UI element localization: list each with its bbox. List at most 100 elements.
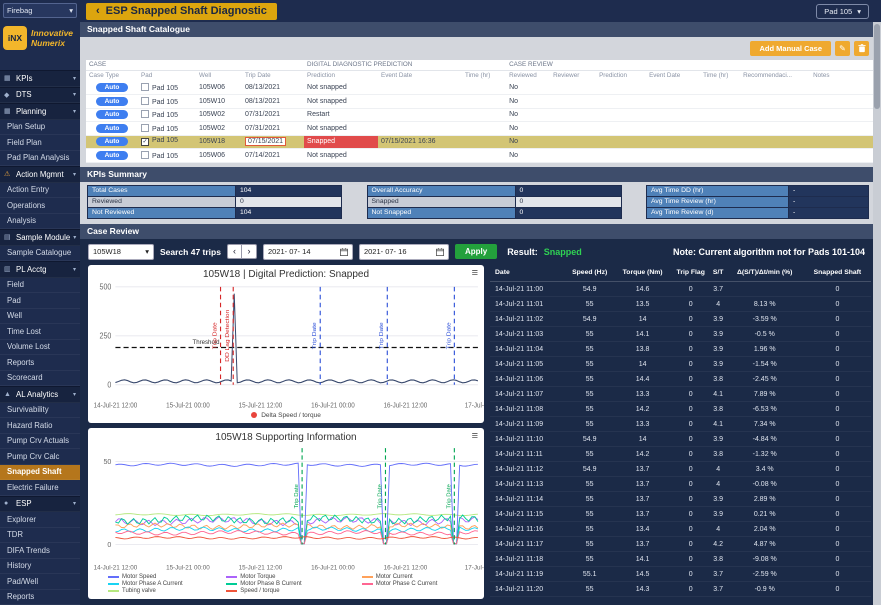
trip-table-row[interactable]: 14-Jul-21 11:035514.103.9-0.5 %0 xyxy=(490,327,871,342)
sidebar-item-sample-catalogue[interactable]: Sample Catalogue xyxy=(0,246,80,262)
start-date-value: 2021- 07- 14 xyxy=(268,247,311,256)
start-date-input[interactable]: 2021- 07- 14 xyxy=(263,244,353,260)
sidebar-item-kpis[interactable]: ▦KPIs▾ xyxy=(0,70,80,87)
kpi-value: - xyxy=(789,196,869,207)
catalogue-row[interactable]: AutoPad 105105W0607/14/2021Not snappedNo xyxy=(86,149,875,163)
sidebar-item-well[interactable]: Well xyxy=(0,309,80,325)
sidebar-item-sample-module[interactable]: ▤Sample Module▾ xyxy=(0,229,80,246)
chevron-down-icon: ▾ xyxy=(73,75,76,82)
row-checkbox[interactable] xyxy=(141,83,149,91)
end-date-input[interactable]: 2021- 07- 16 xyxy=(359,244,449,260)
trip-table-row[interactable]: 14-Jul-21 11:185514.103.8-9.08 %0 xyxy=(490,552,871,567)
sidebar-item-pump-crv-calc[interactable]: Pump Crv Calc xyxy=(0,449,80,465)
svg-text:17-Jul-21: 17-Jul-21 xyxy=(465,402,484,409)
well-selector-value: 105W18 xyxy=(93,247,121,256)
scrollbar-thumb[interactable] xyxy=(874,24,880,109)
svg-text:0: 0 xyxy=(107,380,111,389)
row-checkbox[interactable] xyxy=(141,97,149,105)
sidebar-item-pad-plan-analysis[interactable]: Pad Plan Analysis xyxy=(0,151,80,167)
svg-text:17-Jul-21: 17-Jul-21 xyxy=(465,564,484,571)
sidebar-item-pl-acctg[interactable]: ▥PL Acctg▾ xyxy=(0,261,80,278)
prev-trip-button[interactable]: ‹ xyxy=(227,244,242,259)
apply-button[interactable]: Apply xyxy=(455,244,497,259)
catalogue-row[interactable]: AutoPad 105105W0207/31/2021RestartNo xyxy=(86,108,875,122)
well-selector[interactable]: 105W18 ▾ xyxy=(88,244,154,260)
esp-icon: ● xyxy=(4,500,13,507)
analytics-icon: ▲ xyxy=(4,391,13,398)
edit-button[interactable]: ✎ xyxy=(835,41,850,56)
sidebar-item-volume-lost[interactable]: Volume Lost xyxy=(0,340,80,356)
sidebar-item-action-mgmnt[interactable]: ⚠Action Mgmnt▾ xyxy=(0,166,80,183)
trip-table-row[interactable]: 14-Jul-21 11:015513.5048.13 %0 xyxy=(490,297,871,312)
trip-table-row[interactable]: 14-Jul-21 11:095513.304.17.34 %0 xyxy=(490,417,871,432)
trip-table-row[interactable]: 14-Jul-21 11:145513.703.92.89 %0 xyxy=(490,492,871,507)
trip-table-row[interactable]: 14-Jul-21 11:165513.4042.04 %0 xyxy=(490,522,871,537)
trip-table-row[interactable]: 14-Jul-21 11:135513.704-0.08 %0 xyxy=(490,477,871,492)
kpi-value: 0 xyxy=(236,196,342,207)
sidebar-item-pad-well[interactable]: Pad/Well xyxy=(0,574,80,590)
trip-table-row[interactable]: 14-Jul-21 11:1955.114.503.7-2.59 %0 xyxy=(490,567,871,582)
catalogue-row[interactable]: AutoPad 105105W0207/31/2021Not snappedNo xyxy=(86,122,875,136)
delete-button[interactable] xyxy=(854,41,869,56)
sidebar-item-time-lost[interactable]: Time Lost xyxy=(0,324,80,340)
pad-selector[interactable]: Pad 105 ▾ xyxy=(816,4,869,19)
site-selector[interactable]: Firebag ▾ xyxy=(3,3,77,18)
result-label: Result: xyxy=(507,247,538,257)
page-title: ESP Snapped Shaft Diagnostic xyxy=(106,5,267,17)
sidebar-item-tdr[interactable]: TDR xyxy=(0,528,80,544)
trip-table-row[interactable]: 14-Jul-21 11:065514.403.8-2.45 %0 xyxy=(490,372,871,387)
sidebar-item-survivability[interactable]: Survivability xyxy=(0,403,80,419)
trip-table-row[interactable]: 14-Jul-21 11:0254.91403.9-3.59 %0 xyxy=(490,312,871,327)
trip-table-row[interactable]: 14-Jul-21 11:1254.913.7043.4 %0 xyxy=(490,462,871,477)
sidebar-item-action-entry[interactable]: Action Entry xyxy=(0,183,80,199)
trip-table-row[interactable]: 14-Jul-21 11:045513.803.91.96 %0 xyxy=(490,342,871,357)
sidebar-item-label: Pump Crv Actuals xyxy=(7,436,69,445)
sidebar-item-esp[interactable]: ●ESP▾ xyxy=(0,496,80,513)
sidebar-item-field-plan[interactable]: Field Plan xyxy=(0,135,80,151)
sidebar-item-explorer[interactable]: Explorer xyxy=(0,512,80,528)
sidebar-item-pump-crv-actuals[interactable]: Pump Crv Actuals xyxy=(0,434,80,450)
sidebar-item-reports[interactable]: Reports xyxy=(0,355,80,371)
chart-menu-icon[interactable]: ≡ xyxy=(472,430,478,442)
trip-table-row[interactable]: 14-Jul-21 11:155513.703.90.21 %0 xyxy=(490,507,871,522)
catalogue-row[interactable]: AutoPad 105105W1008/13/2021Not snappedNo xyxy=(86,95,875,109)
row-checkbox[interactable] xyxy=(141,151,149,159)
trip-table-row[interactable]: 14-Jul-21 11:085514.203.8-6.53 %0 xyxy=(490,402,871,417)
trip-table-row[interactable]: 14-Jul-21 11:175513.704.24.87 %0 xyxy=(490,537,871,552)
chart-menu-icon[interactable]: ≡ xyxy=(472,267,478,279)
kpi-value: 0 xyxy=(515,185,621,196)
sidebar-item-dts[interactable]: ◆DTS▾ xyxy=(0,87,80,104)
trip-table-row[interactable]: 14-Jul-21 11:205514.303.7-0.9 %0 xyxy=(490,582,871,597)
page-title-badge[interactable]: ‹ ESP Snapped Shaft Diagnostic xyxy=(86,3,277,20)
sidebar-item-field[interactable]: Field xyxy=(0,278,80,294)
sidebar-item-planning[interactable]: ▦Planning▾ xyxy=(0,103,80,120)
trip-table-row[interactable]: 14-Jul-21 11:075513.304.17.89 %0 xyxy=(490,387,871,402)
trip-table-row[interactable]: 14-Jul-21 11:1054.91403.9-4.84 %0 xyxy=(490,432,871,447)
vertical-scrollbar[interactable] xyxy=(873,22,881,605)
sidebar-item-history[interactable]: History xyxy=(0,559,80,575)
sidebar-item-difa-trends[interactable]: DIFA Trends xyxy=(0,543,80,559)
trip-data-table: DateSpeed (Hz)Torque (Nm)Trip FlagS/TΔ(S… xyxy=(490,265,871,598)
trip-table-row[interactable]: 14-Jul-21 11:115514.203.8-1.32 %0 xyxy=(490,447,871,462)
trip-table-row[interactable]: 14-Jul-21 11:05551403.9-1.54 %0 xyxy=(490,357,871,372)
catalogue-row[interactable]: AutoPad 105105W0608/13/2021Not snappedNo xyxy=(86,81,875,95)
sidebar-item-snapped-shaft[interactable]: Snapped Shaft xyxy=(0,465,80,481)
sidebar-item-al-analytics[interactable]: ▲AL Analytics▾ xyxy=(0,386,80,403)
trip-table-row[interactable]: 14-Jul-21 11:0054.914.603.70 xyxy=(490,282,871,297)
column-header: Event Date xyxy=(646,70,700,81)
row-checkbox[interactable] xyxy=(141,124,149,132)
sidebar-item-analysis[interactable]: Analysis xyxy=(0,214,80,230)
sidebar-item-hazard-ratio[interactable]: Hazard Ratio xyxy=(0,418,80,434)
sidebar-item-scorecard[interactable]: Scorecard xyxy=(0,371,80,387)
sidebar-item-electric-failure[interactable]: Electric Failure xyxy=(0,480,80,496)
next-trip-button[interactable]: › xyxy=(242,244,257,259)
column-header: Well xyxy=(196,70,242,81)
sidebar-item-plan-setup[interactable]: Plan Setup xyxy=(0,120,80,136)
sidebar-item-operations[interactable]: Operations xyxy=(0,198,80,214)
row-checkbox[interactable]: ✓ xyxy=(141,138,149,146)
add-manual-case-button[interactable]: Add Manual Case xyxy=(750,41,831,56)
sidebar-item-pad[interactable]: Pad xyxy=(0,293,80,309)
catalogue-row[interactable]: Auto✓Pad 105105W1807/15/2021Snapped07/15… xyxy=(86,135,875,149)
row-checkbox[interactable] xyxy=(141,110,149,118)
sidebar-item-reports[interactable]: Reports xyxy=(0,590,80,605)
